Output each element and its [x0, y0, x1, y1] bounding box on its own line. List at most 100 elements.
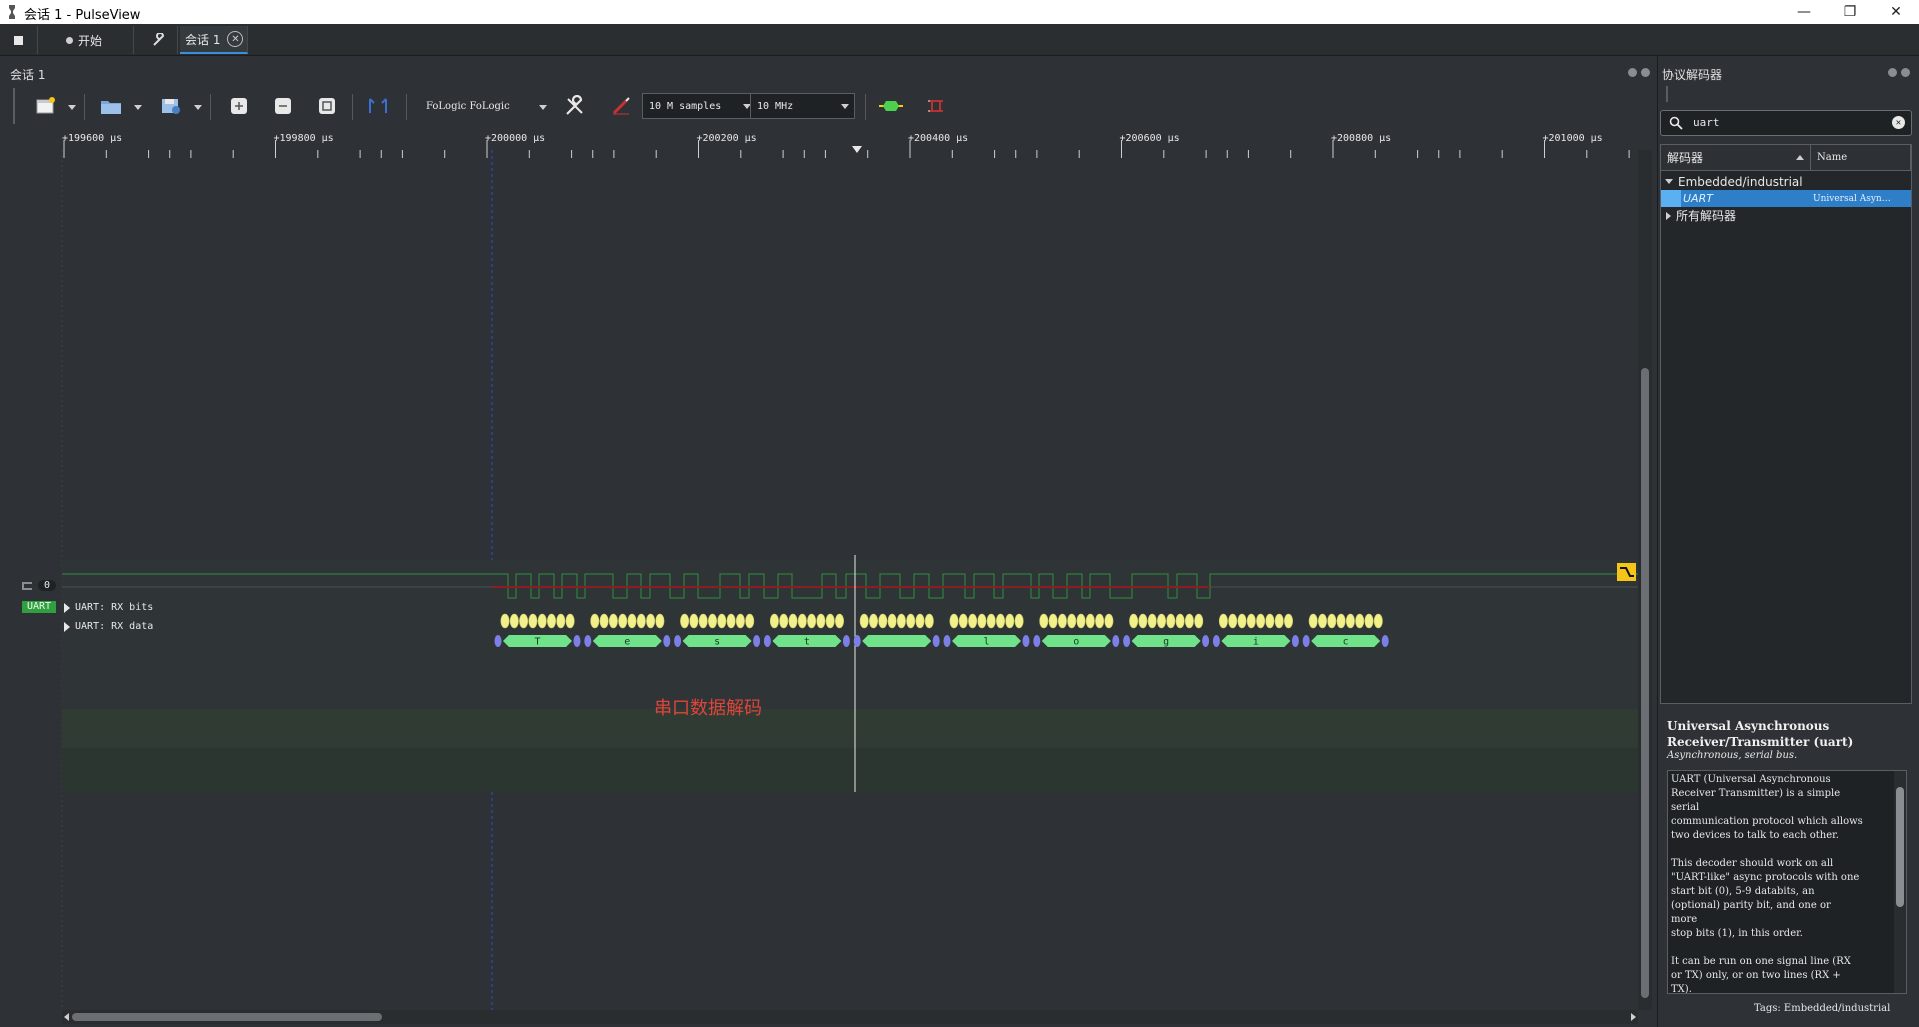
- data-bit: [726, 613, 736, 629]
- save-dropdown-icon[interactable]: [194, 105, 202, 110]
- start-bit-marker: [943, 635, 951, 647]
- toolbar-separator: [406, 94, 407, 120]
- probe-config-button[interactable]: [608, 93, 634, 119]
- device-dropdown-icon[interactable]: [539, 105, 547, 110]
- samplerate-select[interactable]: 10 MHz: [750, 93, 855, 119]
- float-icon[interactable]: [1628, 68, 1637, 77]
- data-bit: [1345, 613, 1355, 629]
- new-session-button[interactable]: [34, 93, 58, 119]
- close-tab-icon[interactable]: ✕: [227, 31, 244, 47]
- column-header-decoder[interactable]: 解码器: [1661, 145, 1811, 171]
- tab-settings[interactable]: [140, 26, 178, 54]
- scrollbar-thumb[interactable]: [72, 1013, 382, 1021]
- channel-0-label[interactable]: 0: [22, 580, 57, 591]
- data-bit: [528, 613, 538, 629]
- decoder-dock-buttons[interactable]: [1888, 68, 1910, 77]
- data-bit: [868, 613, 878, 629]
- column-header-name[interactable]: Name: [1811, 145, 1911, 171]
- minimize-button[interactable]: —: [1781, 0, 1827, 24]
- trigger-edge-icon[interactable]: [1617, 563, 1636, 581]
- collapse-icon[interactable]: [1665, 179, 1673, 184]
- search-icon: [1669, 116, 1683, 130]
- toolbar-separator: [865, 94, 866, 120]
- clear-search-icon[interactable]: ✕: [1892, 116, 1905, 129]
- decoder-description-box[interactable]: UART (Universal Asynchronous Receiver Tr…: [1667, 770, 1907, 994]
- decoder-tree[interactable]: 解码器 Name Embedded/industrial UART Univer…: [1660, 144, 1912, 704]
- tab-start[interactable]: 开始: [44, 26, 134, 54]
- new-session-dropdown-icon[interactable]: [68, 105, 76, 110]
- math-signal-button[interactable]: [924, 93, 948, 119]
- data-bit: [565, 613, 575, 629]
- tab-session-1[interactable]: 会话 1 ✕: [180, 26, 248, 54]
- cursors-icon: [369, 98, 387, 113]
- data-bit: [887, 613, 897, 629]
- expand-icon[interactable]: [64, 602, 70, 613]
- horizontal-scrollbar[interactable]: [62, 1010, 1638, 1024]
- stop-tab-button[interactable]: [0, 26, 38, 54]
- scrollbar-thumb[interactable]: [1641, 368, 1649, 998]
- description-scrollbar[interactable]: [1894, 771, 1906, 993]
- decoder-search-input[interactable]: uart ✕: [1660, 110, 1912, 136]
- zoom-fit-button[interactable]: [316, 93, 338, 119]
- trace-view[interactable]: Te s t l o g i c: [0, 150, 1638, 1016]
- decoder-row-rx-data[interactable]: UART: RX data: [64, 621, 153, 632]
- data-bit: [689, 613, 699, 629]
- session-panel-title: 会话 1: [10, 68, 46, 82]
- zoom-in-button[interactable]: [228, 93, 250, 119]
- save-button[interactable]: [158, 93, 184, 119]
- float-icon[interactable]: [1888, 68, 1897, 77]
- open-dropdown-icon[interactable]: [134, 105, 142, 110]
- open-file-button[interactable]: [98, 93, 124, 119]
- decoder-badge[interactable]: UART: [22, 601, 57, 613]
- decoded-char: s: [714, 637, 720, 648]
- main-toolbar: FoLogic FoLogic 10 M samples 10 MHz: [10, 88, 1650, 126]
- decoded-char: i: [1253, 637, 1259, 648]
- device-config-button[interactable]: [562, 93, 588, 119]
- cursor-button[interactable]: [364, 93, 392, 119]
- scrollbar-thumb[interactable]: [1896, 787, 1904, 907]
- session-dock-buttons[interactable]: [1628, 68, 1650, 77]
- all-decoders-label: 所有解码器: [1676, 209, 1737, 223]
- close-dock-icon[interactable]: [1641, 68, 1650, 77]
- device-selector[interactable]: FoLogic FoLogic: [426, 93, 510, 119]
- data-bit: [816, 613, 826, 629]
- stop-bit-marker: [842, 635, 850, 647]
- vertical-scrollbar[interactable]: [1638, 150, 1652, 1010]
- stop-bit-marker: [663, 635, 671, 647]
- data-bit: [1336, 613, 1346, 629]
- data-bit: [745, 613, 755, 629]
- start-bit-marker: [1123, 635, 1131, 647]
- data-bit: [1237, 613, 1247, 629]
- sample-count-select[interactable]: 10 M samples: [642, 93, 757, 119]
- close-button[interactable]: ✕: [1873, 0, 1919, 24]
- cursor-marker-icon[interactable]: [852, 146, 862, 154]
- tree-item-uart[interactable]: UART Universal Asyn…: [1661, 190, 1911, 207]
- samplerate-value: 10 MHz: [757, 100, 794, 112]
- expand-icon[interactable]: [1666, 211, 1671, 220]
- channel-number: 0: [38, 580, 57, 591]
- rx-data-label: UART: RX data: [75, 621, 154, 632]
- ruler-tick-label: +199600 µs: [62, 133, 123, 144]
- restore-button[interactable]: ❐: [1827, 0, 1873, 24]
- search-value: uart: [1693, 116, 1720, 129]
- panel-grip[interactable]: [1666, 86, 1668, 102]
- zoom-out-button[interactable]: [272, 93, 294, 119]
- annotation-text: 串口数据解码: [654, 698, 762, 719]
- data-bit: [500, 613, 510, 629]
- scroll-right-icon[interactable]: [1631, 1013, 1636, 1021]
- data-bit: [1246, 613, 1256, 629]
- add-decoder-button[interactable]: [876, 93, 906, 119]
- stop-bit-marker: [932, 635, 940, 647]
- start-bit-marker: [1033, 635, 1041, 647]
- close-dock-icon[interactable]: [1901, 68, 1910, 77]
- scroll-left-icon[interactable]: [64, 1013, 69, 1021]
- tree-all-decoders-row[interactable]: 所有解码器: [1661, 207, 1911, 224]
- decoder-description-subtitle: Asynchronous, serial bus.: [1667, 750, 1798, 761]
- decoder-row-rx-bits[interactable]: UART: RX bits: [64, 602, 153, 613]
- stop-bit-marker: [1202, 635, 1210, 647]
- ruler-tick-label: +199800 µs: [273, 133, 334, 144]
- data-bit: [717, 613, 727, 629]
- expand-icon[interactable]: [64, 621, 70, 632]
- chevron-down-icon: [841, 104, 849, 109]
- tree-category-row[interactable]: Embedded/industrial: [1661, 173, 1911, 190]
